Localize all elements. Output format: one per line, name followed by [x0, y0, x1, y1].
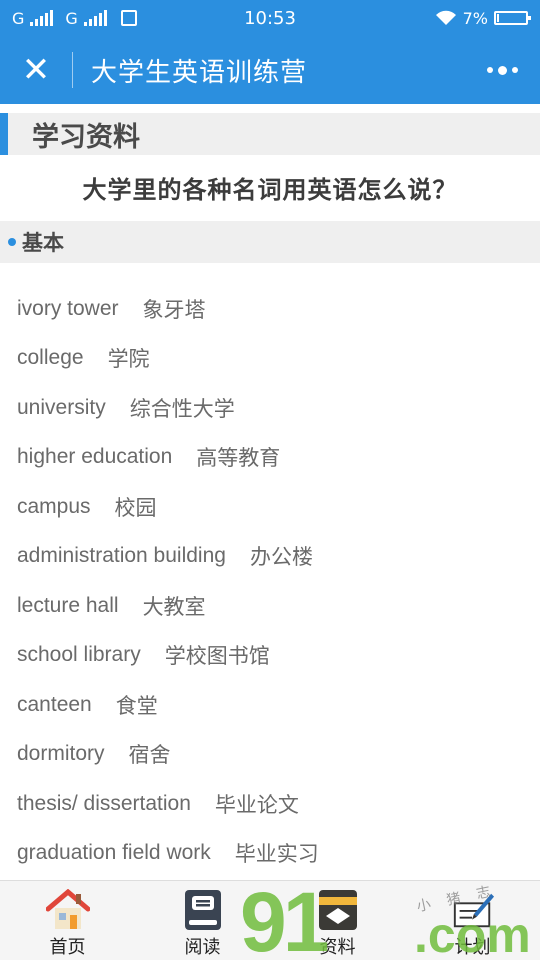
- app-bar-divider: [72, 52, 73, 88]
- battery-percent: 7%: [462, 8, 488, 28]
- signal-icon: [83, 10, 107, 26]
- nav-label: 首页: [49, 937, 86, 958]
- vocab-chinese: 食堂: [115, 693, 158, 718]
- screenshot-icon: [120, 10, 137, 26]
- nav-item-reading[interactable]: 阅读: [135, 881, 270, 960]
- vocab-english: administration building: [17, 544, 226, 568]
- book-icon: [181, 889, 225, 931]
- vocab-chinese: 学院: [107, 347, 150, 372]
- vocab-english: campus: [17, 494, 91, 518]
- list-item: college 学院: [17, 334, 527, 384]
- vocab-english: canteen: [17, 692, 92, 716]
- vocab-english: dormitory: [17, 742, 105, 766]
- vocab-english: lecture hall: [17, 593, 119, 617]
- article-title: 大学里的各种名词用英语怎么说？: [82, 176, 458, 204]
- carrier-label-2: G: [65, 8, 78, 28]
- sub-section-header: 基本: [0, 221, 540, 263]
- list-item: administration building 办公楼: [17, 532, 527, 582]
- list-item: lecture hall 大教室: [17, 581, 527, 631]
- list-item: dormitory 宿舍: [17, 730, 527, 780]
- vocab-chinese: 毕业实习: [234, 842, 319, 867]
- more-dots-icon: [486, 67, 493, 73]
- list-item: campus 校园: [17, 482, 527, 532]
- list-item: thesis/ dissertation 毕业论文: [17, 779, 527, 829]
- close-icon: ✕: [21, 50, 51, 90]
- carrier-label-1: G: [12, 8, 25, 28]
- close-button[interactable]: ✕: [0, 36, 72, 104]
- more-dots-icon: [497, 65, 507, 75]
- list-item: canteen 食堂: [17, 680, 527, 730]
- vocab-chinese: 大教室: [142, 594, 206, 619]
- vocab-chinese: 宿舍: [128, 743, 171, 768]
- section-title: 学习资料: [32, 121, 140, 153]
- list-item: ivory tower 象牙塔: [17, 284, 527, 334]
- nav-item-plan[interactable]: 计划: [405, 881, 540, 960]
- bottom-nav: 首页 阅读 资料 计划: [0, 880, 540, 960]
- vocab-english: graduation field work: [17, 841, 211, 865]
- vocab-chinese: 综合性大学: [129, 396, 235, 421]
- app-title: 大学生英语训练营: [91, 57, 308, 88]
- materials-icon: [316, 889, 360, 931]
- vocab-english: school library: [17, 643, 141, 667]
- vocab-chinese: 办公楼: [249, 545, 313, 570]
- sub-section-title: 基本: [22, 231, 64, 255]
- section-accent-bar: [0, 113, 8, 155]
- wifi-icon: [435, 10, 456, 25]
- nav-label: 资料: [319, 937, 356, 958]
- vocab-chinese: 象牙塔: [142, 297, 206, 322]
- vocab-chinese: 毕业论文: [214, 792, 299, 817]
- app-bar: ✕ 大学生英语训练营: [0, 36, 540, 104]
- status-bar: G G 10:53 7%: [0, 0, 540, 36]
- vocab-list: ivory tower 象牙塔 college 学院 university 综合性大学…: [17, 284, 527, 878]
- signal-icon: [30, 10, 54, 26]
- vocab-english: higher education: [17, 445, 173, 469]
- list-item: graduation field work 毕业实习: [17, 829, 527, 879]
- vocab-english: college: [17, 346, 84, 370]
- plan-icon: [451, 889, 495, 931]
- vocab-chinese: 校园: [114, 495, 157, 520]
- more-dots-icon: [511, 67, 518, 73]
- home-icon: [45, 889, 90, 931]
- nav-label: 计划: [454, 937, 491, 958]
- nav-item-materials[interactable]: 资料: [270, 881, 405, 960]
- nav-label: 阅读: [184, 937, 221, 958]
- list-item: higher education 高等教育: [17, 433, 527, 483]
- list-item: university 综合性大学: [17, 383, 527, 433]
- status-right: 7%: [435, 8, 531, 28]
- vocab-chinese: 学校图书馆: [164, 644, 270, 669]
- vocab-english: university: [17, 395, 106, 419]
- bullet-dot-icon: [8, 238, 16, 246]
- vocab-english: ivory tower: [17, 296, 119, 320]
- vocab-chinese: 高等教育: [196, 446, 281, 471]
- more-options-button[interactable]: [482, 56, 522, 84]
- section-header: 学习资料: [0, 113, 540, 155]
- battery-icon: [494, 11, 531, 25]
- status-left: G G: [12, 9, 137, 28]
- nav-item-home[interactable]: 首页: [0, 881, 135, 960]
- vocab-english: thesis/ dissertation: [17, 791, 191, 815]
- battery-level: [497, 14, 499, 22]
- list-item: school library 学校图书馆: [17, 631, 527, 681]
